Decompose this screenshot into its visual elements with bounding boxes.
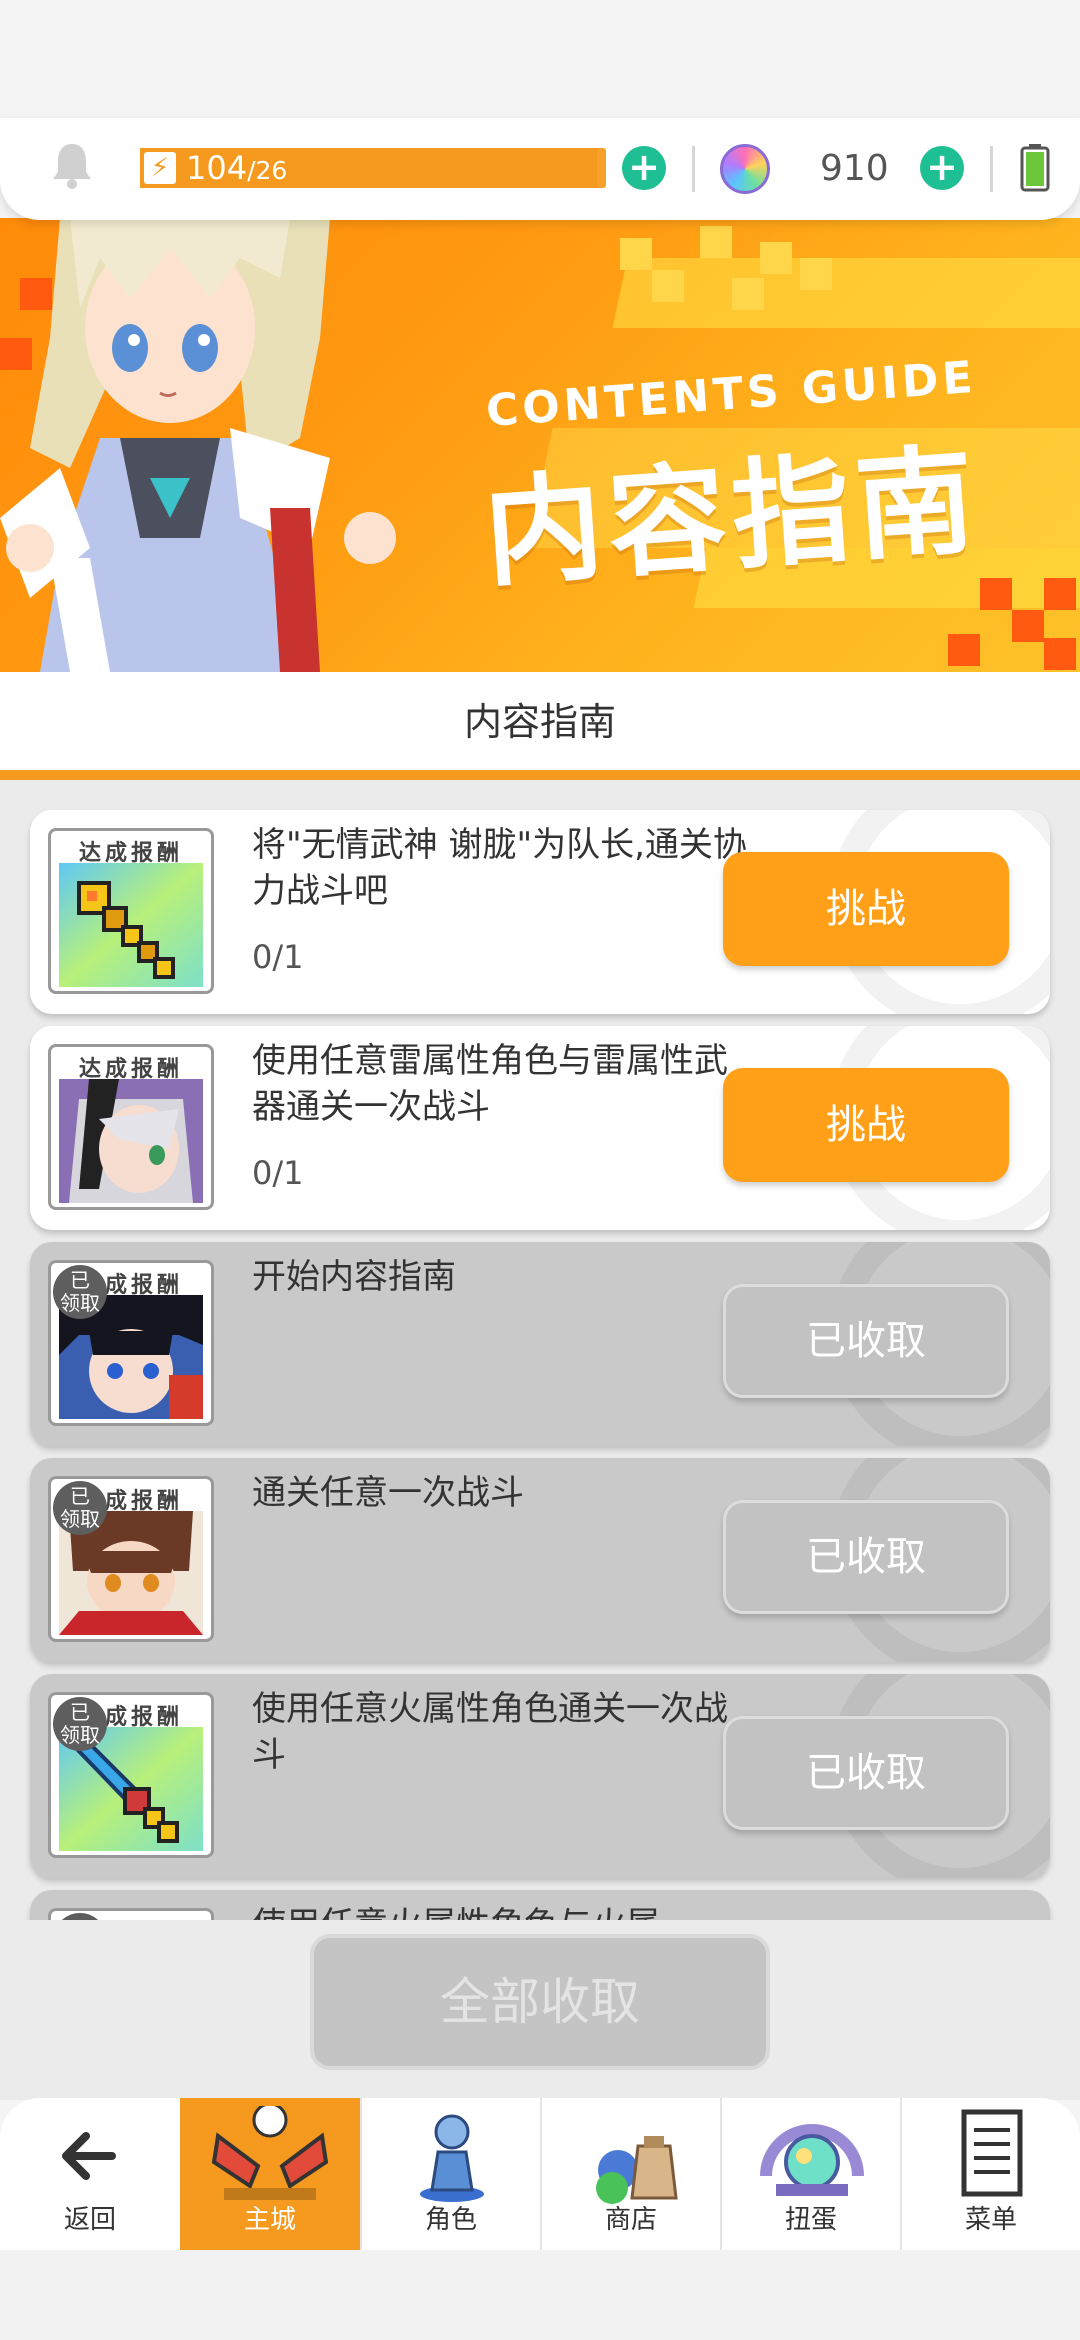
nav-label: 返回 — [63, 2205, 116, 2235]
bell-icon[interactable] — [50, 140, 94, 190]
nav-main-city[interactable]: 主城 — [180, 2098, 360, 2250]
task-card: 达成报酬 使用任意雷属性角色与雷属性武器通关一次战斗 0/1 挑战 — [30, 1026, 1050, 1230]
pixel-decor — [760, 242, 792, 274]
pixel-decor — [800, 258, 832, 290]
pixel-decor — [980, 578, 1012, 610]
gacha-icon — [760, 2124, 864, 2196]
reward-item[interactable] — [48, 1908, 214, 1920]
challenge-button[interactable]: 挑战 — [723, 1068, 1009, 1182]
reward-item[interactable]: 达成报酬 — [48, 828, 214, 994]
task-progress: 0/1 — [252, 1154, 304, 1192]
energy-text: 104/26 — [186, 148, 287, 191]
pixel-decor — [620, 238, 652, 270]
resource-bar: ⚡ 104/26 + 910 + — [0, 118, 1080, 220]
task-card: 达成报酬 将"无情武神 谢胧"为队长,通关协力战斗吧 0/1 挑战 — [30, 810, 1050, 1014]
menu-list-icon — [961, 2109, 1023, 2197]
nav-character[interactable]: 角色 — [360, 2098, 540, 2250]
reward-label: 达成报酬 — [78, 841, 183, 866]
claimed-button[interactable]: 已收取 — [723, 1500, 1009, 1614]
system-nav-area — [0, 2250, 1080, 2340]
claimed-badge-line2: 领取 — [60, 1507, 100, 1531]
task-list[interactable]: 达成报酬 将"无情武神 谢胧"为队长,通关协力战斗吧 0/1 挑战 达成报酬 使… — [0, 780, 1080, 1920]
pixel-decor — [1012, 610, 1044, 642]
claimed-button[interactable]: 已收取 — [723, 1284, 1009, 1398]
pixel-decor — [1044, 578, 1076, 610]
nav-back[interactable]: 返回 — [0, 2098, 180, 2250]
claimed-badge: 已领取 — [53, 1697, 107, 1751]
energy-current: 104 — [186, 149, 248, 187]
energy-max: /26 — [247, 156, 288, 185]
nav-menu[interactable]: 菜单 — [900, 2098, 1080, 2250]
task-description: 使用任意火属性角色通关一次战斗 — [252, 1689, 728, 1775]
claimed-badge-line2: 领取 — [60, 1723, 100, 1747]
reward-item[interactable]: 已领取 达成报酬 — [48, 1692, 214, 1858]
reward-item[interactable]: 已领取 达成报酬 — [48, 1260, 214, 1426]
nav-label: 菜单 — [964, 2205, 1017, 2235]
back-arrow-icon — [62, 2132, 116, 2180]
character-icon — [420, 2114, 484, 2202]
nav-label: 扭蛋 — [784, 2205, 837, 2235]
claimed-badge: 已领取 — [53, 1265, 107, 1319]
pixel-decor — [732, 278, 764, 310]
claimed-button[interactable]: 已收取 — [723, 1716, 1009, 1830]
divider — [692, 146, 695, 192]
pixel-decor — [652, 270, 684, 302]
add-energy-button[interactable]: + — [622, 146, 666, 190]
banner-title-cn: 内容指南 — [479, 430, 985, 604]
gem-count: 910 — [820, 148, 889, 189]
task-card: 已领取 达成报酬 使用任意火属性角色通关一次战斗 已收取 — [30, 1674, 1050, 1878]
pixel-decor — [1044, 638, 1076, 670]
reward-item[interactable]: 已领取 达成报酬 — [48, 1476, 214, 1642]
shop-bag-icon — [596, 2136, 678, 2204]
task-card: 使用任意火属性角色与火属 — [30, 1890, 1050, 1920]
character-portrait-icon — [59, 1079, 203, 1203]
nav-label: 角色 — [424, 2205, 477, 2235]
golden-staff-icon — [59, 863, 203, 987]
reward-item[interactable]: 达成报酬 — [48, 1044, 214, 1210]
main-city-icon — [211, 2106, 329, 2200]
pixel-decor — [700, 226, 732, 258]
claimed-badge-line1: 已 — [70, 1484, 90, 1508]
collect-all-area: 全部收取 — [0, 1920, 1080, 2100]
task-description: 开始内容指南 — [252, 1257, 456, 1297]
claimed-badge-line1: 已 — [70, 1268, 90, 1292]
bottom-navigation: 返回 主城 角色 商店 扭蛋 菜单 — [0, 2098, 1080, 2250]
task-description: 将"无情武神 谢胧"为队长,通关协力战斗吧 — [252, 825, 747, 911]
energy-icon: ⚡ — [144, 152, 176, 184]
banner-character-illustration — [0, 218, 396, 672]
divider — [990, 146, 993, 192]
section-underline — [0, 770, 1080, 780]
task-progress: 0/1 — [252, 938, 304, 976]
reward-label: 达成报酬 — [78, 1057, 183, 1082]
add-gem-button[interactable]: + — [920, 146, 964, 190]
task-description: 使用任意雷属性角色与雷属性武器通关一次战斗 — [252, 1041, 728, 1127]
task-card: 已领取 达成报酬 通关任意一次战斗 已收取 — [30, 1458, 1050, 1662]
pixel-decor — [948, 634, 980, 666]
task-card: 已领取 达成报酬 开始内容指南 已收取 — [30, 1242, 1050, 1446]
gem-icon — [720, 144, 770, 194]
nav-gacha[interactable]: 扭蛋 — [720, 2098, 900, 2250]
collect-all-button[interactable]: 全部收取 — [310, 1934, 770, 2070]
energy-bar: ⚡ 104/26 — [140, 148, 606, 188]
nav-shop[interactable]: 商店 — [540, 2098, 720, 2250]
claimed-badge-line2: 领取 — [60, 1291, 100, 1315]
challenge-button[interactable]: 挑战 — [723, 852, 1009, 966]
claimed-badge-line1: 已 — [70, 1700, 90, 1724]
section-title: 内容指南 — [0, 672, 1080, 772]
nav-label: 主城 — [243, 2205, 296, 2235]
claimed-badge — [53, 1913, 107, 1920]
nav-label: 商店 — [604, 2205, 657, 2235]
claimed-badge: 已领取 — [53, 1481, 107, 1535]
task-description: 通关任意一次战斗 — [252, 1473, 524, 1513]
contents-guide-banner: CONTENTS GUIDE 内容指南 — [0, 218, 1080, 672]
battery-icon — [1020, 144, 1050, 192]
task-description: 使用任意火属性角色与火属 — [252, 1902, 752, 1920]
